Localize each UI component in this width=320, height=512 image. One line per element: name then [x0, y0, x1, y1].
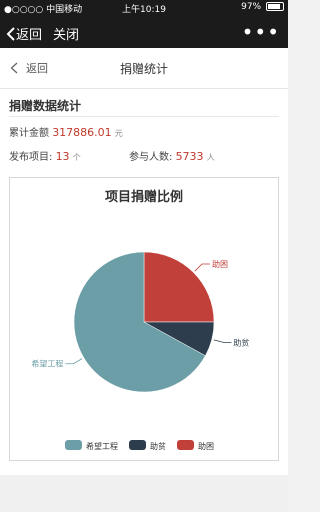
pie-slice-助困[interactable]: [143, 251, 215, 323]
legend-swatch-助困[interactable]: [177, 440, 194, 450]
wechat-nav-bar: 返回 关闭 •••: [0, 16, 288, 48]
legend-label-助困[interactable]: 助困: [198, 441, 214, 451]
legend-label-希望工程[interactable]: 希望工程: [86, 441, 118, 451]
battery-percent: 97%: [241, 2, 262, 12]
status-bar: ●○○○○ 中国移动 上午10:19 97%: [0, 0, 288, 16]
page-title: 捐赠统计: [119, 62, 168, 76]
pie-chart-card: 项目捐赠比例 助困 助贫 希望工程 希望工程 助贫 助困: [9, 177, 279, 461]
footer-area: [0, 475, 288, 512]
pie-label-助困: 助困: [212, 259, 228, 269]
wechat-back-label: 返回: [16, 28, 43, 43]
section-divider: [9, 116, 279, 117]
leader-line-希望工程: [65, 358, 83, 365]
participants-value: 5733: [175, 150, 204, 163]
total-amount-label: 累计金额: [9, 128, 49, 139]
more-menu-button[interactable]: •••: [242, 20, 280, 44]
pie-chart: 项目捐赠比例 助困助贫希望工程 希望工程 助贫 助困: [31, 189, 249, 451]
legend-swatch-希望工程[interactable]: [65, 440, 82, 450]
participants-unit: 人: [206, 153, 215, 162]
total-amount-value: 317886.01: [52, 126, 112, 139]
chart-title: 项目捐赠比例: [105, 189, 183, 205]
total-amount-stat: 累计金额 317886.01 元: [9, 124, 123, 139]
pie-label-希望工程: 希望工程: [31, 359, 63, 369]
section-title: 捐赠数据统计: [9, 99, 82, 113]
pie-label-助贫: 助贫: [233, 337, 249, 347]
projects-unit: 个: [72, 153, 81, 162]
page-header: 返回 捐赠统计: [0, 48, 288, 89]
wechat-close-button[interactable]: 关闭: [53, 24, 79, 43]
chevron-left-icon: [6, 26, 15, 41]
projects-stat: 发布项目: 13 个: [9, 148, 81, 163]
leader-line-助贫: [213, 339, 232, 343]
projects-value: 13: [55, 150, 70, 163]
legend-swatch-助贫[interactable]: [129, 440, 146, 450]
participants-label: 参与人数:: [129, 152, 173, 163]
total-amount-unit: 元: [114, 129, 123, 138]
wechat-back-button[interactable]: 返回: [6, 24, 42, 43]
projects-label: 发布项目:: [9, 152, 53, 163]
battery-status: 97%: [241, 2, 284, 12]
legend-label-助贫[interactable]: 助贫: [150, 441, 166, 451]
stats-panel: 捐赠数据统计 累计金额 317886.01 元 发布项目: 13 个 参与人数:…: [0, 89, 288, 475]
battery-icon: [266, 2, 284, 11]
participants-stat: 参与人数: 5733 人: [129, 148, 215, 163]
leader-line-助困: [194, 263, 210, 272]
